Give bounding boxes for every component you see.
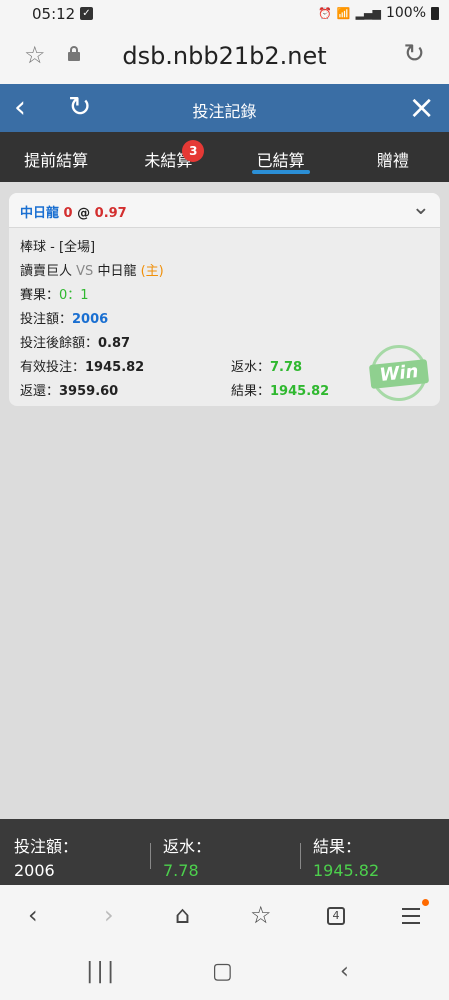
summary-rebate-value: 7.78: [163, 861, 199, 880]
balance-label: 投注後餘額：: [20, 336, 99, 351]
bet-odds: 0.97: [94, 206, 127, 221]
bet-selection: 中日龍 0 @ 0.97: [20, 202, 127, 221]
vs-label: VS: [76, 264, 94, 279]
home-tag: (主): [140, 264, 164, 279]
signal-icon: ▂▄▆: [355, 6, 381, 20]
browser-back-icon[interactable]: ‹: [28, 901, 38, 929]
bet-result-row: 結果：1945.82: [231, 380, 329, 399]
rebate-label: 返水：: [231, 360, 271, 375]
bet-team: 中日龍: [20, 206, 60, 221]
battery-icon: [431, 6, 439, 20]
summary-stake: 投注額： 2006: [14, 833, 78, 880]
bet-card[interactable]: 中日龍 0 @ 0.97 ⌄ 棒球 - [全場] 讀賣巨人 VS 中日龍 (主)…: [9, 193, 440, 406]
browser-forward-icon[interactable]: ›: [104, 901, 114, 929]
tab-settled[interactable]: 已結算: [225, 132, 337, 182]
chevron-down-icon[interactable]: ⌄: [412, 195, 430, 220]
score-label: 賽果：: [20, 288, 60, 303]
rebate-value: 7.78: [270, 360, 303, 375]
summary-result-value: 1945.82: [313, 861, 380, 880]
score-value: 0：1: [59, 288, 89, 303]
tab-label: 贈禮: [376, 151, 409, 170]
summary-rebate-label: 返水：: [163, 837, 212, 856]
url-field[interactable]: dsb.nbb21b2.net: [0, 42, 449, 70]
summary-stake-label: 投注額：: [14, 837, 79, 856]
tabs-icon[interactable]: 4: [327, 907, 345, 925]
summary-divider: [150, 843, 151, 869]
tab-gift[interactable]: 贈禮: [337, 132, 449, 182]
bet-rebate-row: 返水：7.78: [231, 356, 302, 375]
bet-league: 棒球 - [全場]: [20, 240, 96, 255]
alarm-icon: ⏰: [318, 6, 332, 20]
return-value: 3959.60: [59, 384, 119, 399]
summary-bar: 投注額： 2006 返水： 7.78 結果： 1945.82: [0, 819, 449, 885]
notification-check-icon: ✓: [80, 7, 93, 20]
browser-nav-bar: ‹ › ⌂ ☆ 4: [0, 885, 449, 949]
bet-stake-row: 投注額：2006: [20, 308, 108, 327]
notification-dot: [422, 899, 429, 906]
bet-card-header[interactable]: 中日龍 0 @ 0.97 ⌄: [9, 193, 440, 228]
bet-score-row: 賽果：0：1: [20, 284, 89, 303]
summary-result-label: 結果：: [313, 837, 362, 856]
tab-label: 提前結算: [24, 151, 89, 170]
balance-value: 0.87: [98, 336, 131, 351]
summary-divider: [300, 843, 301, 869]
menu-icon[interactable]: [402, 908, 420, 929]
battery-percent: 100%: [385, 5, 426, 21]
summary-stake-value: 2006: [14, 861, 55, 880]
result-label: 結果：: [231, 384, 271, 399]
summary-result: 結果： 1945.82: [313, 833, 379, 880]
system-nav-bar: ||| ▢ ‹: [0, 949, 449, 1000]
win-stamp-text: Win: [368, 359, 430, 389]
page-title: 投注記錄: [192, 102, 257, 121]
home-icon[interactable]: ⌂: [175, 901, 190, 929]
bet-matchup: 讀賣巨人 VS 中日龍 (主): [20, 260, 164, 279]
status-time: 05:12: [32, 5, 76, 23]
close-icon[interactable]: ×: [408, 88, 435, 126]
browser-address-bar: ☆ dsb.nbb21b2.net ↻: [0, 30, 449, 84]
recent-apps-icon[interactable]: |||: [86, 959, 117, 984]
bookmarks-icon[interactable]: ☆: [250, 901, 272, 929]
wifi-icon: 📶: [336, 6, 351, 20]
away-team: 讀賣巨人: [20, 264, 73, 279]
stake-value: 2006: [72, 312, 109, 327]
active-tab-indicator: [251, 170, 310, 174]
return-label: 返還：: [20, 384, 60, 399]
system-back-icon[interactable]: ‹: [340, 959, 349, 984]
valid-label: 有效投注：: [20, 360, 86, 375]
result-value: 1945.82: [270, 384, 330, 399]
win-stamp-icon: Win: [368, 345, 430, 401]
bet-balance-row: 投注後餘額：0.87: [20, 332, 130, 351]
unsettled-count-badge: 3: [182, 140, 205, 162]
bet-at: @: [77, 206, 91, 221]
bet-valid-row: 有效投注：1945.82: [20, 356, 144, 375]
bet-handicap: 0: [63, 206, 73, 221]
system-home-icon[interactable]: ▢: [212, 959, 233, 984]
home-team: 中日龍: [97, 264, 137, 279]
tab-unsettled[interactable]: 未結算 3: [112, 132, 224, 182]
tab-label: 已結算: [256, 151, 305, 170]
bet-return-row: 返還：3959.60: [20, 380, 118, 399]
valid-value: 1945.82: [85, 360, 145, 375]
status-bar: 05:12 ✓ ⏰ 📶 ▂▄▆ 100%: [0, 0, 449, 30]
tab-bar: 提前結算 未結算 3 已結算 贈禮: [0, 132, 449, 182]
summary-rebate: 返水： 7.78: [163, 833, 211, 880]
tab-early-settle[interactable]: 提前結算: [0, 132, 112, 182]
app-header: ‹ ↻ 投注記錄 ×: [0, 84, 449, 132]
status-icons: ⏰ 📶 ▂▄▆ 100%: [318, 5, 439, 21]
stake-label: 投注額：: [20, 312, 73, 327]
reload-icon[interactable]: ↻: [403, 39, 425, 69]
